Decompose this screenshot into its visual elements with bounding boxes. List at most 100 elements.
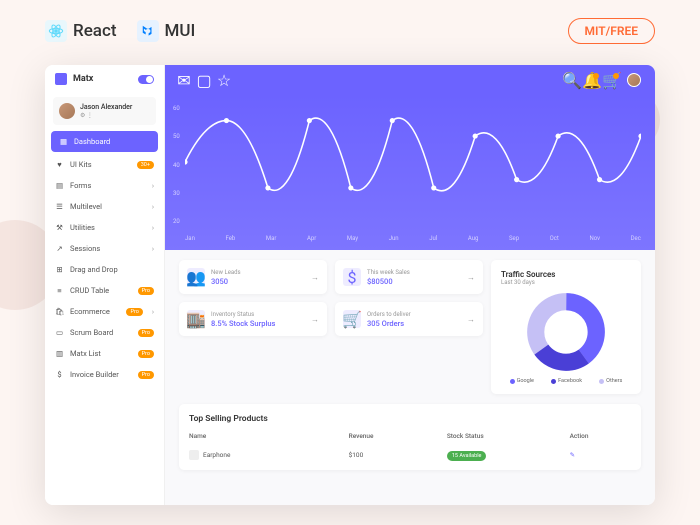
tools-icon: ⚒	[55, 223, 64, 232]
products-table: Top Selling Products Name Revenue Stock …	[179, 404, 641, 470]
logo-icon	[55, 73, 67, 85]
heart-icon: ♥	[55, 160, 64, 169]
main-chart: 6050403020 JanFebMarAprMayJunJulAugSepOc…	[165, 95, 655, 250]
search-icon[interactable]: 🔍	[567, 75, 577, 85]
nav-ecommerce[interactable]: 🛍 Ecommerce Pro ›	[45, 301, 164, 322]
nav-badge: Pro	[138, 329, 154, 337]
product-revenue: $100	[349, 451, 447, 459]
th-revenue: Revenue	[349, 432, 447, 440]
mui-icon	[137, 20, 159, 42]
cart-icon[interactable]: 🛒	[607, 75, 617, 85]
dashboard-icon: ▦	[59, 137, 68, 146]
nav-label: Multilevel	[70, 202, 102, 211]
web-icon[interactable]: ▢	[199, 75, 209, 85]
arrow-right-icon: →	[467, 315, 475, 324]
stat-value: $80500	[367, 277, 461, 286]
grid-icon: ⊞	[55, 265, 64, 274]
table-title: Top Selling Products	[189, 414, 631, 424]
nav-label: Scrum Board	[70, 328, 113, 337]
stat-value: 8.5% Stock Surplus	[211, 319, 305, 328]
license-badge: MIT/FREE	[568, 18, 655, 44]
nav-invoice[interactable]: $ Invoice Builder Pro	[45, 364, 164, 385]
arrow-right-icon: →	[311, 315, 319, 324]
table-row: Earphone $100 15 Available ✎	[189, 444, 631, 460]
nav-utilities[interactable]: ⚒ Utilities ›	[45, 217, 164, 238]
sidebar-toggle[interactable]	[138, 75, 154, 84]
react-icon	[45, 20, 67, 42]
stat-label: New Leads	[211, 269, 305, 276]
legend-label: Facebook	[558, 378, 582, 384]
user-avatar	[59, 103, 75, 119]
nav-label: Dashboard	[74, 137, 110, 146]
stat-orders[interactable]: 🛒 Orders to deliver305 Orders →	[335, 302, 483, 336]
nav-badge: Pro	[126, 308, 142, 316]
mail-icon[interactable]: ✉	[179, 75, 189, 85]
nav-badge: 30+	[137, 161, 154, 169]
nav-dragdrop[interactable]: ⊞ Drag and Drop	[45, 259, 164, 280]
stat-leads[interactable]: 👥 New Leads3050 →	[179, 260, 327, 294]
list-icon: ≡	[55, 286, 64, 295]
nav-label: Ecommerce	[70, 307, 110, 316]
star-icon[interactable]: ☆	[219, 75, 229, 85]
chevron-right-icon: ›	[152, 308, 154, 316]
table-header: Name Revenue Stock Status Action	[189, 432, 631, 444]
store-icon: 🏬	[187, 310, 205, 328]
th-stock: Stock Status	[447, 432, 570, 440]
tech-header: React MUI MIT/FREE	[0, 0, 700, 62]
list2-icon: ▥	[55, 349, 64, 358]
chevron-right-icon: ›	[152, 182, 154, 190]
nav-dashboard[interactable]: ▦ Dashboard	[51, 131, 158, 152]
stat-inventory[interactable]: 🏬 Inventory Status8.5% Stock Surplus →	[179, 302, 327, 336]
nav-forms[interactable]: ▤ Forms ›	[45, 175, 164, 196]
sidebar: Matx Jason Alexander ⚙ ⋮ ▦ Dashboard ♥ U…	[45, 65, 165, 505]
line-chart-svg	[185, 105, 641, 219]
product-name: Earphone	[203, 451, 230, 459]
stat-sales[interactable]: $ This week Sales$80500 →	[335, 260, 483, 294]
nav-label: UI Kits	[70, 160, 92, 169]
react-tech: React	[45, 20, 117, 42]
traffic-legend: Google Facebook Others	[501, 378, 631, 384]
mui-tech: MUI	[137, 20, 196, 42]
th-name: Name	[189, 432, 349, 440]
document-icon: ▤	[55, 181, 64, 190]
traffic-subtitle: Last 30 days	[501, 279, 631, 286]
nav-matxlist[interactable]: ▥ Matx List Pro	[45, 343, 164, 364]
arrow-right-icon: →	[467, 273, 475, 282]
logo-row: Matx	[45, 65, 164, 93]
board-icon: ▭	[55, 328, 64, 337]
nav-crud[interactable]: ≡ CRUD Table Pro	[45, 280, 164, 301]
nav-label: CRUD Table	[70, 286, 109, 295]
nav-scrum[interactable]: ▭ Scrum Board Pro	[45, 322, 164, 343]
nav-multilevel[interactable]: ☰ Multilevel ›	[45, 196, 164, 217]
nav-label: Drag and Drop	[70, 265, 118, 274]
topbar-avatar[interactable]	[627, 73, 641, 87]
x-axis: JanFebMarAprMayJunJulAugSepOctNovDec	[185, 235, 641, 242]
nav-label: Utilities	[70, 223, 95, 232]
nav-label: Sessions	[70, 244, 100, 253]
traffic-card: Traffic Sources Last 30 days Google Face…	[491, 260, 641, 394]
edit-icon[interactable]: ✎	[570, 451, 631, 459]
legend-label: Google	[517, 378, 534, 384]
nav-badge: Pro	[138, 287, 154, 295]
product-icon	[189, 450, 199, 460]
nav-sessions[interactable]: ↗ Sessions ›	[45, 238, 164, 259]
stat-label: Orders to deliver	[367, 311, 461, 318]
money-icon: $	[343, 268, 361, 286]
invoice-icon: $	[55, 370, 64, 379]
traffic-title: Traffic Sources	[501, 270, 631, 279]
topbar: ✉ ▢ ☆ 🔍 🔔 🛒	[165, 65, 655, 95]
chevron-right-icon: ›	[152, 224, 154, 232]
layers-icon: ☰	[55, 202, 64, 211]
mui-label: MUI	[165, 21, 196, 41]
nav-badge: Pro	[138, 371, 154, 379]
stat-value: 305 Orders	[367, 319, 461, 328]
user-card[interactable]: Jason Alexander ⚙ ⋮	[53, 97, 156, 125]
app-window: Matx Jason Alexander ⚙ ⋮ ▦ Dashboard ♥ U…	[45, 65, 655, 505]
legend-label: Others	[606, 378, 622, 384]
donut-chart	[526, 292, 606, 372]
stat-label: Inventory Status	[211, 311, 305, 318]
bell-icon[interactable]: 🔔	[587, 75, 597, 85]
bag-icon: 🛍	[55, 307, 64, 316]
chevron-right-icon: ›	[152, 245, 154, 253]
nav-uikits[interactable]: ♥ UI Kits 30+	[45, 154, 164, 175]
